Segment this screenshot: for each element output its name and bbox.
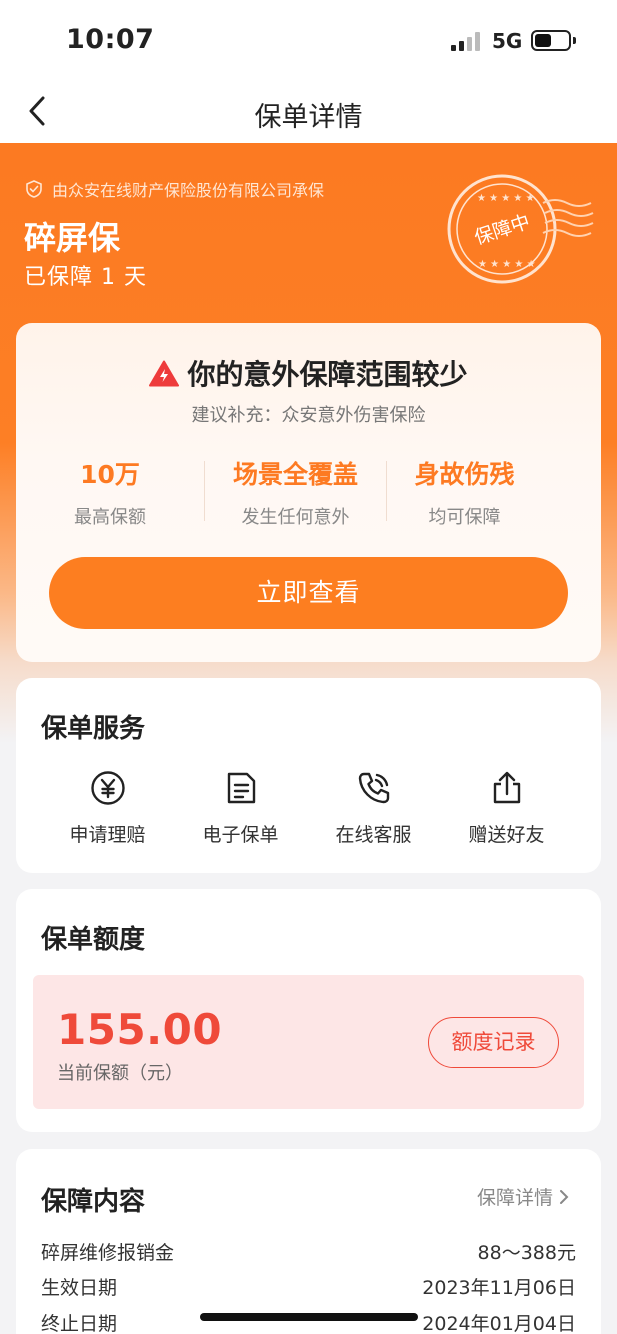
shield-check-icon — [26, 180, 42, 198]
quota-record-button[interactable]: 额度记录 — [428, 1017, 559, 1068]
service-e-policy[interactable]: 电子保单 — [174, 770, 307, 847]
service-label: 在线客服 — [335, 824, 412, 846]
covered-days: 已保障 1 天 — [24, 265, 147, 290]
row-value: 2023年11月06日 — [422, 1277, 576, 1299]
row-label: 碎屏维修报销金 — [41, 1242, 175, 1264]
svg-text:★ ★ ★ ★ ★: ★ ★ ★ ★ ★ — [478, 259, 536, 270]
section-title: 保障内容 — [41, 1187, 146, 1217]
quota-amount: 155.00 — [57, 1005, 223, 1054]
promo-title: 你的意外保障范围较少 — [16, 353, 601, 393]
feature-item: 10万 最高保额 — [16, 455, 204, 528]
stamp-text: 保障中 — [472, 211, 533, 250]
feature-value: 场景全覆盖 — [232, 460, 358, 489]
section-title: 保单额度 — [41, 925, 146, 955]
signal-icon — [451, 31, 483, 51]
policy-services-card: 保单服务 申请理赔 电子保单 在线客服 赠送好友 — [16, 678, 601, 873]
row-value: 88～388元 — [477, 1242, 576, 1264]
home-indicator[interactable] — [200, 1313, 418, 1321]
coverage-detail-link[interactable]: 保障详情 — [477, 1183, 569, 1210]
coverage-row: 生效日期 2023年11月06日 — [41, 1273, 576, 1300]
quota-amount-label: 当前保额（元） — [57, 1063, 183, 1084]
service-label: 电子保单 — [202, 824, 279, 846]
row-value: 2024年01月04日 — [422, 1313, 576, 1334]
feature-label: 最高保额 — [74, 507, 146, 528]
feature-item: 身故伤残 均可保障 — [387, 455, 542, 528]
yen-circle-icon — [90, 771, 125, 805]
product-name: 碎屏保 — [24, 219, 121, 257]
feature-value: 10万 — [80, 460, 140, 489]
service-gift-friend[interactable]: 赠送好友 — [440, 770, 573, 847]
warning-icon — [149, 360, 180, 387]
feature-label: 均可保障 — [428, 507, 501, 528]
service-label: 申请理赔 — [69, 824, 146, 846]
svg-text:★ ★ ★ ★ ★: ★ ★ ★ ★ ★ — [477, 193, 535, 204]
chevron-right-icon — [560, 1189, 569, 1204]
status-bar: 10:07 5G — [0, 0, 617, 80]
phone-call-icon — [358, 772, 389, 804]
network-label: 5G — [492, 29, 523, 53]
feature-item: 场景全覆盖 发生任何意外 — [205, 455, 386, 528]
feature-value: 身故伤残 — [414, 460, 515, 489]
coverage-row: 碎屏维修报销金 88～388元 — [41, 1238, 576, 1265]
promo-features: 10万 最高保额 场景全覆盖 发生任何意外 身故伤残 均可保障 — [16, 455, 601, 528]
coverage-stamp: ★ ★ ★ ★ ★ ★ ★ ★ ★ ★ 保障中 — [445, 173, 605, 293]
insurer-line: 由众安在线财产保险股份有限公司承保 — [24, 177, 324, 201]
insurer-text: 由众安在线财产保险股份有限公司承保 — [52, 181, 325, 200]
service-online-support[interactable]: 在线客服 — [307, 770, 440, 847]
view-now-button[interactable]: 立即查看 — [49, 557, 568, 629]
quota-box: 155.00 当前保额（元） 额度记录 — [33, 975, 584, 1109]
service-claim[interactable]: 申请理赔 — [41, 770, 174, 847]
row-label: 终止日期 — [41, 1313, 118, 1334]
accident-promo-card: 你的意外保障范围较少 建议补充：众安意外伤害保险 10万 最高保额 场景全覆盖 … — [16, 323, 601, 662]
promo-subtitle: 建议补充：众安意外伤害保险 — [191, 405, 426, 426]
section-title: 保单服务 — [41, 714, 146, 744]
battery-icon — [531, 30, 576, 51]
feature-label: 发生任何意外 — [241, 507, 350, 528]
row-label: 生效日期 — [41, 1277, 118, 1299]
coverage-card: 保障内容 保障详情 碎屏维修报销金 88～388元 生效日期 2023年11月0… — [16, 1149, 601, 1334]
status-time: 10:07 — [66, 24, 155, 55]
page-title: 保单详情 — [254, 102, 363, 133]
nav-bar: 保单详情 — [0, 80, 617, 143]
policy-quota-card: 保单额度 155.00 当前保额（元） 额度记录 — [16, 889, 601, 1132]
service-label: 赠送好友 — [468, 824, 545, 846]
share-icon — [493, 771, 520, 804]
document-icon — [227, 772, 255, 804]
service-list: 申请理赔 电子保单 在线客服 赠送好友 — [16, 770, 601, 847]
